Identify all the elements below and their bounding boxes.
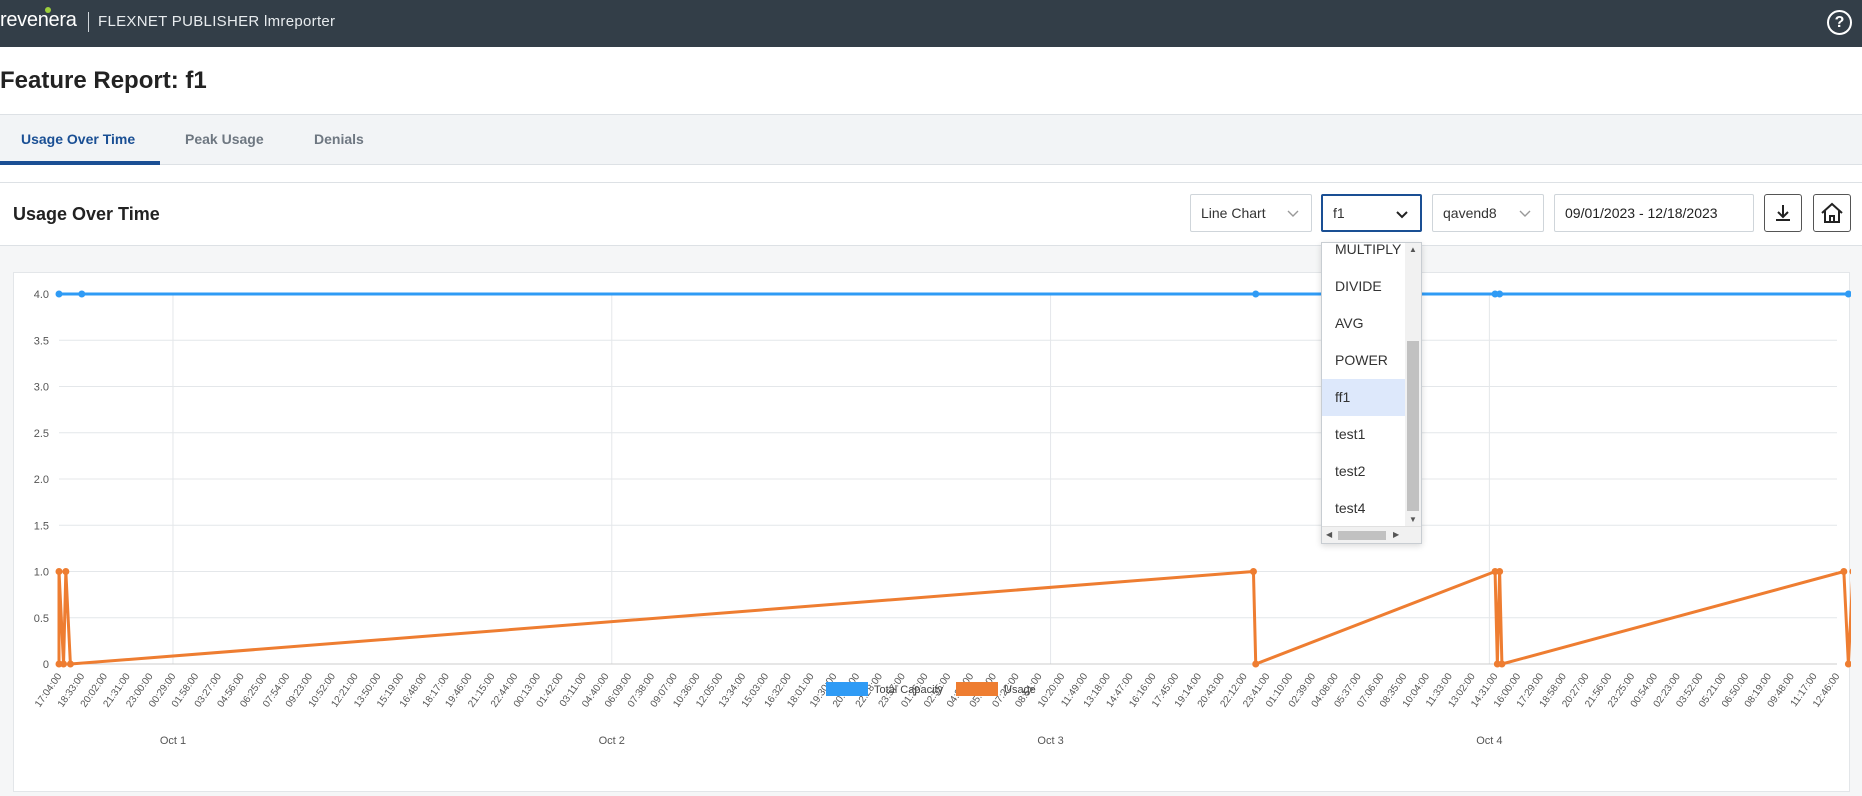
vendor-select[interactable]: qavend8 (1432, 194, 1544, 232)
usage-point (66, 660, 74, 668)
scroll-up-icon[interactable]: ▲ (1409, 245, 1417, 255)
brand-accent-dot (45, 7, 51, 13)
dropdown-items: MULTIPLY DIVIDE AVG POWER ff1 test1 test2 test4 (1322, 243, 1406, 527)
feature-dropdown-list[interactable]: MULTIPLY DIVIDE AVG POWER ff1 test1 test2 test4… (1321, 242, 1422, 544)
x-day-label: Oct 4 (1476, 735, 1502, 747)
chart-area: 0 0.5 1.0 1.5 2.0 2.5 3.0 3.5 4.0 Oct 1 Oct 2 Oct 3… (0, 246, 1862, 796)
home-icon (1821, 202, 1843, 223)
page-title: Feature Report: f1 (0, 67, 207, 94)
chart-type-value: Line Chart (1201, 205, 1266, 221)
vertical-scrollbar[interactable]: ▲ ▼ (1405, 243, 1421, 527)
brand-separator (88, 12, 89, 32)
download-icon (1776, 205, 1790, 221)
vendor-value: qavend8 (1443, 205, 1497, 221)
y-tick-label: 0 (43, 659, 49, 671)
tab-denials[interactable]: Denials (314, 115, 364, 165)
usage-point (1844, 660, 1851, 668)
dropdown-option[interactable]: test4 (1322, 490, 1406, 527)
usage-point (1249, 568, 1257, 575)
usage-point (62, 568, 70, 575)
scroll-down-icon[interactable]: ▼ (1409, 515, 1417, 525)
scroll-left-icon[interactable]: ◀ (1326, 530, 1332, 540)
feature-select[interactable]: f1 (1321, 194, 1422, 232)
usage-point (1252, 660, 1260, 668)
y-tick-label: 3.5 (34, 335, 49, 347)
home-button[interactable] (1813, 194, 1851, 232)
dropdown-option[interactable]: POWER (1322, 342, 1406, 379)
y-tick-label: 2.0 (34, 474, 49, 486)
total-capacity-point (1252, 290, 1260, 298)
legend-label: Total Capacity (874, 684, 944, 696)
tab-bar: Usage Over Time Peak Usage Denials (0, 114, 1862, 165)
feature-value: f1 (1333, 205, 1345, 221)
x-day-label: Oct 1 (160, 735, 186, 747)
x-day-label: Oct 2 (599, 735, 625, 747)
panel-title: Usage Over Time (13, 204, 160, 224)
usage-point (60, 660, 68, 668)
total-capacity-point (1844, 290, 1851, 298)
usage-over-time-chart: 0 0.5 1.0 1.5 2.0 2.5 3.0 3.5 4.0 Oct 1 Oct 2 Oct 3… (33, 289, 1851, 747)
report-toolbar: Usage Over Time Line Chart f1 qavend8 09… (0, 182, 1862, 246)
chart-type-select[interactable]: Line Chart (1190, 194, 1312, 232)
y-tick-label: 0.5 (34, 613, 49, 625)
chevron-down-icon (1519, 210, 1531, 217)
download-button[interactable] (1764, 194, 1802, 232)
brand-logo: revenera (0, 9, 77, 31)
chevron-down-icon (1396, 211, 1408, 219)
usage-point (55, 568, 63, 575)
usage-point (1498, 660, 1506, 668)
dropdown-option[interactable]: MULTIPLY (1322, 243, 1406, 268)
horizontal-scrollbar[interactable]: ◀ ▶ (1322, 526, 1421, 543)
dropdown-option[interactable]: DIVIDE (1322, 268, 1406, 305)
y-tick-label: 1.0 (34, 567, 49, 579)
y-tick-label: 4.0 (34, 289, 49, 301)
total-capacity-point (78, 290, 86, 298)
y-tick-label: 2.5 (34, 428, 49, 440)
dropdown-option[interactable]: AVG (1322, 305, 1406, 342)
tab-usage-over-time[interactable]: Usage Over Time (0, 115, 160, 165)
legend-swatch (956, 682, 998, 696)
y-tick-label: 1.5 (34, 520, 49, 532)
tab-peak-usage[interactable]: Peak Usage (185, 115, 264, 165)
chevron-down-icon (1287, 210, 1299, 217)
product-name: FLEXNET PUBLISHER lmreporter (98, 13, 336, 30)
help-icon[interactable]: ? (1827, 10, 1852, 35)
legend-label: Usage (1004, 684, 1036, 696)
chart-frame: 0 0.5 1.0 1.5 2.0 2.5 3.0 3.5 4.0 Oct 1 Oct 2 Oct 3… (13, 272, 1851, 792)
dropdown-option[interactable]: test2 (1322, 453, 1406, 490)
date-range-input[interactable]: 09/01/2023 - 12/18/2023 (1554, 194, 1754, 232)
usage-point (1840, 568, 1848, 575)
top-bar: revenera FLEXNET PUBLISHER lmreporter ? (0, 0, 1862, 47)
dropdown-option[interactable]: ff1 (1322, 379, 1406, 416)
legend-swatch (826, 682, 868, 696)
y-tick-label: 3.0 (34, 382, 49, 394)
usage-point (1849, 568, 1851, 575)
dropdown-option[interactable]: test1 (1322, 416, 1406, 453)
scroll-right-icon[interactable]: ▶ (1393, 530, 1399, 540)
total-capacity-point (1496, 290, 1504, 298)
horizontal-scroll-thumb[interactable] (1338, 531, 1386, 540)
vertical-scroll-thumb[interactable] (1407, 341, 1419, 511)
x-day-label: Oct 3 (1037, 735, 1063, 747)
usage-point (1496, 568, 1504, 575)
total-capacity-point (55, 290, 63, 298)
